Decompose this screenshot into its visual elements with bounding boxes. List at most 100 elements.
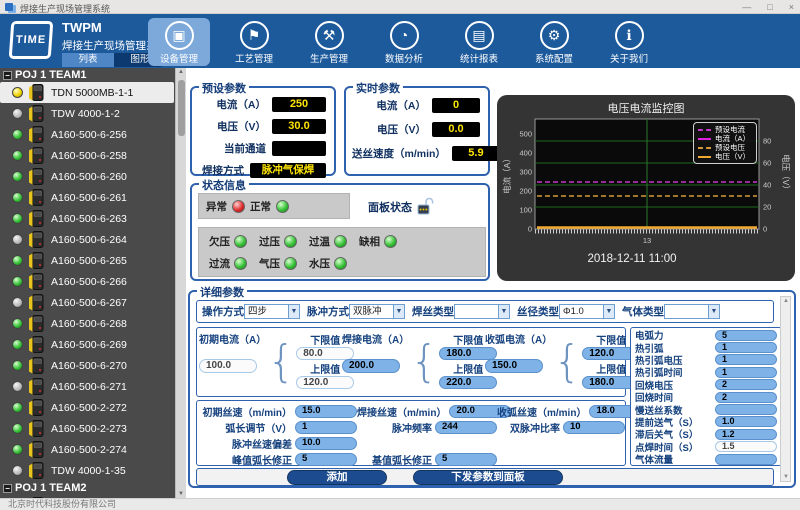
chevron-down-icon[interactable]: ▼	[393, 305, 404, 318]
chevron-down-icon[interactable]: ▼	[498, 305, 509, 318]
dropdown-select[interactable]: ▼	[454, 304, 510, 319]
tree-group-header[interactable]: − POJ 1 TEAM2	[0, 481, 186, 495]
device-tree-item[interactable]: A160-500-2-273	[0, 418, 174, 439]
fault-label: 过温	[309, 234, 330, 249]
nav-label: 系统配置	[523, 51, 585, 65]
send-params-button[interactable]: 下发参数到面板	[413, 470, 563, 485]
param-value-input[interactable]	[715, 404, 777, 415]
nav-item[interactable]: ℹ 关于我们	[598, 18, 660, 66]
param-value-input[interactable]	[715, 454, 777, 465]
chevron-down-icon[interactable]: ▼	[288, 305, 299, 318]
device-tree-item[interactable]: A160-500-6-258	[0, 145, 174, 166]
param-value-input[interactable]: 1	[295, 421, 357, 434]
nav-item[interactable]: ▣ 设备管理	[148, 18, 210, 66]
upper-limit-label: 上限值	[310, 361, 340, 376]
param-value-input[interactable]: 150.0	[485, 359, 543, 373]
param-label: 气体流量	[635, 452, 715, 466]
chevron-down-icon[interactable]: ▼	[603, 305, 614, 318]
collapse-icon[interactable]: −	[3, 484, 12, 493]
param-value-input[interactable]: 1	[715, 354, 777, 365]
dropdown-select[interactable]: ▼	[664, 304, 720, 319]
param-value-input[interactable]: 100.0	[199, 359, 257, 373]
nav-item[interactable]: ⚑ 工艺管理	[223, 18, 285, 66]
close-icon[interactable]: ×	[789, 2, 794, 12]
device-status-led	[12, 276, 23, 287]
param-value-input[interactable]: 200.0	[342, 359, 400, 373]
scroll-up-icon[interactable]: ▲	[178, 69, 184, 75]
param-value-input[interactable]: 1.0	[715, 416, 777, 427]
device-tree-item[interactable]: A160-500-6-268	[0, 313, 174, 334]
device-tree-item[interactable]: A160-500-2-274	[0, 439, 174, 460]
device-tree-item[interactable]: A160-500-6-269	[0, 334, 174, 355]
param-label: 脉冲频率	[357, 420, 432, 435]
param-value-input[interactable]: 1	[715, 342, 777, 353]
minimize-icon[interactable]: —	[742, 2, 751, 12]
param-value-input[interactable]: 10.0	[295, 437, 357, 450]
chevron-down-icon[interactable]: ▼	[708, 305, 719, 318]
welder-machine-icon	[28, 252, 44, 269]
device-tree-item[interactable]: A160-500-6-270	[0, 355, 174, 376]
fault-led	[384, 235, 397, 248]
fault-label: 水压	[309, 256, 330, 271]
param-value-input[interactable]: 244	[435, 421, 497, 434]
fault-led	[334, 235, 347, 248]
add-button[interactable]: 添加	[287, 470, 387, 485]
svg-text:20: 20	[763, 203, 771, 212]
dropdown-select[interactable]: 四步 ▼	[244, 304, 300, 319]
param-value-input[interactable]: 10	[563, 421, 625, 434]
app-header: TIME TWPM 焊接生产现场管理系统 列表图形 ▣ 设备管理 ⚑ 工艺管理 …	[0, 14, 800, 68]
device-tree-item[interactable]: TDW 4000-1-2	[0, 103, 174, 124]
monitor-chart-panel: 电压电流监控图 500 400 300 200 100 0 80 60 40 2…	[497, 95, 795, 281]
sidebar-scrollbar[interactable]: ▲ ▼	[175, 68, 186, 498]
legend-swatch	[698, 147, 711, 149]
app-abbr: TWPM	[62, 20, 102, 35]
device-status-led	[12, 339, 23, 350]
device-tree-item[interactable]: TDN 5000MB-1-1	[0, 82, 174, 103]
svg-text:80: 80	[763, 137, 771, 146]
scroll-up-icon[interactable]: ▲	[783, 298, 789, 304]
device-tree-item[interactable]: A160-500-6-261	[0, 187, 174, 208]
details-scrollbar[interactable]: ▲ ▼	[780, 296, 791, 482]
device-status-led	[12, 423, 23, 434]
device-tree-item[interactable]: A160-500-2-272	[0, 397, 174, 418]
current-param-group: 初期电流（A） 100.0 下限值 80.0 上限值 120.0	[197, 331, 340, 396]
device-tree-item[interactable]: A160-500-6-267	[0, 292, 174, 313]
device-tree-item[interactable]: TDW 4000-1-35	[0, 460, 174, 481]
param-value-input[interactable]: 2	[715, 379, 777, 390]
nav-item[interactable]: ⚙ 系统配置	[523, 18, 585, 66]
arc-param-row: 点焊时间（S） 1.5	[631, 441, 781, 453]
panel-title: 实时参数	[353, 80, 403, 96]
nav-item[interactable]: ▤ 统计报表	[448, 18, 510, 66]
device-tree-item[interactable]: A160-500-6-260	[0, 166, 174, 187]
nav-item[interactable]: ◔ 数据分析	[373, 18, 435, 66]
param-value-input[interactable]: 5	[715, 330, 777, 341]
param-label: 焊接丝速（m/min）	[357, 404, 446, 419]
param-value-input[interactable]: 15.0	[295, 405, 357, 418]
device-tree-item[interactable]: A160-500-6-271	[0, 376, 174, 397]
param-value-input[interactable]: 5	[295, 453, 357, 466]
device-tree-item[interactable]: A160-500-6-264	[0, 229, 174, 250]
lower-limit-label: 下限值	[453, 332, 483, 347]
view-toggle-button[interactable]: 列表	[62, 53, 114, 67]
param-value-input[interactable]: 5	[435, 453, 497, 466]
nav-icon: ℹ	[615, 21, 644, 50]
dropdown-select[interactable]: Φ1.0 ▼	[559, 304, 615, 319]
maximize-icon[interactable]: □	[767, 2, 772, 12]
dropdown-select[interactable]: 双脉冲 ▼	[349, 304, 405, 319]
panel-state: 面板状态	[368, 197, 434, 216]
alarm-state-box: 异常 正常	[198, 193, 350, 219]
tree-group-header[interactable]: − POJ 1 TEAM1	[0, 68, 186, 82]
param-value-input[interactable]: 2	[715, 392, 777, 403]
scroll-down-icon[interactable]: ▼	[783, 474, 789, 480]
param-value-input[interactable]: 1	[715, 367, 777, 378]
device-tree-item[interactable]: A160-500-6-263	[0, 208, 174, 229]
device-tree-item[interactable]: A160-500-6-265	[0, 250, 174, 271]
scroll-thumb[interactable]	[178, 80, 185, 136]
scroll-down-icon[interactable]: ▼	[178, 491, 184, 497]
device-tree-item[interactable]: A160-500-6-266	[0, 271, 174, 292]
param-value-input[interactable]: 1.5	[715, 441, 777, 452]
nav-item[interactable]: ⚒ 生产管理	[298, 18, 360, 66]
collapse-icon[interactable]: −	[3, 71, 12, 80]
device-tree-item[interactable]: A160-500-6-256	[0, 124, 174, 145]
param-value-input[interactable]: 1.2	[715, 429, 777, 440]
